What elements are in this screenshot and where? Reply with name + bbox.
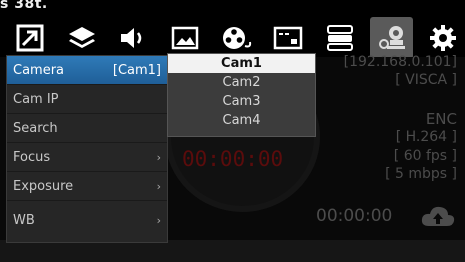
menu-item-search[interactable]: Search [7, 114, 167, 143]
submenu-item-cam3[interactable]: Cam3 [168, 92, 315, 111]
menu-item-label: Focus [13, 149, 51, 165]
record-timer: 00:00:00 [182, 147, 284, 171]
menu-item-label: Camera [13, 62, 65, 78]
bottom-bar [0, 240, 465, 262]
camera-ip-readout: [192.168.0.101] [343, 54, 457, 70]
menu-item-value: [Cam1] [112, 62, 161, 78]
bitrate-readout: [ 5 mbps ] [385, 166, 457, 182]
camera-submenu: Cam1 Cam2 Cam3 Cam4 [167, 53, 316, 137]
menu-item-label: Search [13, 120, 58, 136]
film-reel-icon [221, 24, 253, 52]
volume-button[interactable] [111, 17, 155, 59]
menu-item-camera[interactable]: Camera [Cam1] [7, 56, 167, 85]
stream-timer: 00:00:00 [316, 206, 393, 226]
menu-item-wb[interactable]: WB › [7, 201, 167, 240]
layers-icon [67, 25, 97, 51]
storage-icon [325, 24, 355, 52]
layers-button[interactable] [60, 17, 104, 59]
menu-item-label: Cam IP [13, 91, 59, 107]
device-panel-icon [273, 25, 303, 51]
arrow-up-right-button[interactable] [8, 17, 52, 59]
camera-menu: Camera [Cam1] Cam IP Search Focus › Expo… [6, 55, 168, 243]
codec-readout: [ H.264 ] [395, 129, 457, 145]
menu-item-label: Exposure [13, 178, 74, 194]
cloud-upload-icon[interactable] [420, 204, 456, 232]
menu-item-cam-ip[interactable]: Cam IP [7, 85, 167, 114]
submenu-item-cam2[interactable]: Cam2 [168, 73, 315, 92]
protocol-readout: [ VISCA ] [395, 72, 457, 88]
gear-icon [429, 24, 457, 52]
submenu-item-cam4[interactable]: Cam4 [168, 111, 315, 130]
fps-readout: [ 60 fps ] [393, 148, 457, 164]
image-icon [171, 25, 199, 51]
menu-item-focus[interactable]: Focus › [7, 143, 167, 172]
chevron-right-icon: › [156, 214, 161, 227]
chevron-right-icon: › [156, 179, 161, 193]
speaker-icon [118, 25, 148, 51]
submenu-item-cam1[interactable]: Cam1 [168, 54, 315, 73]
encoder-label: ENC [425, 110, 457, 128]
arrow-up-right-icon [16, 24, 44, 52]
menu-item-exposure[interactable]: Exposure › [7, 172, 167, 201]
camera-settings-icon [376, 23, 408, 53]
top-cut-text: s 38t. [0, 0, 48, 12]
chevron-right-icon: › [156, 150, 161, 164]
menu-item-label: WB [13, 213, 35, 228]
